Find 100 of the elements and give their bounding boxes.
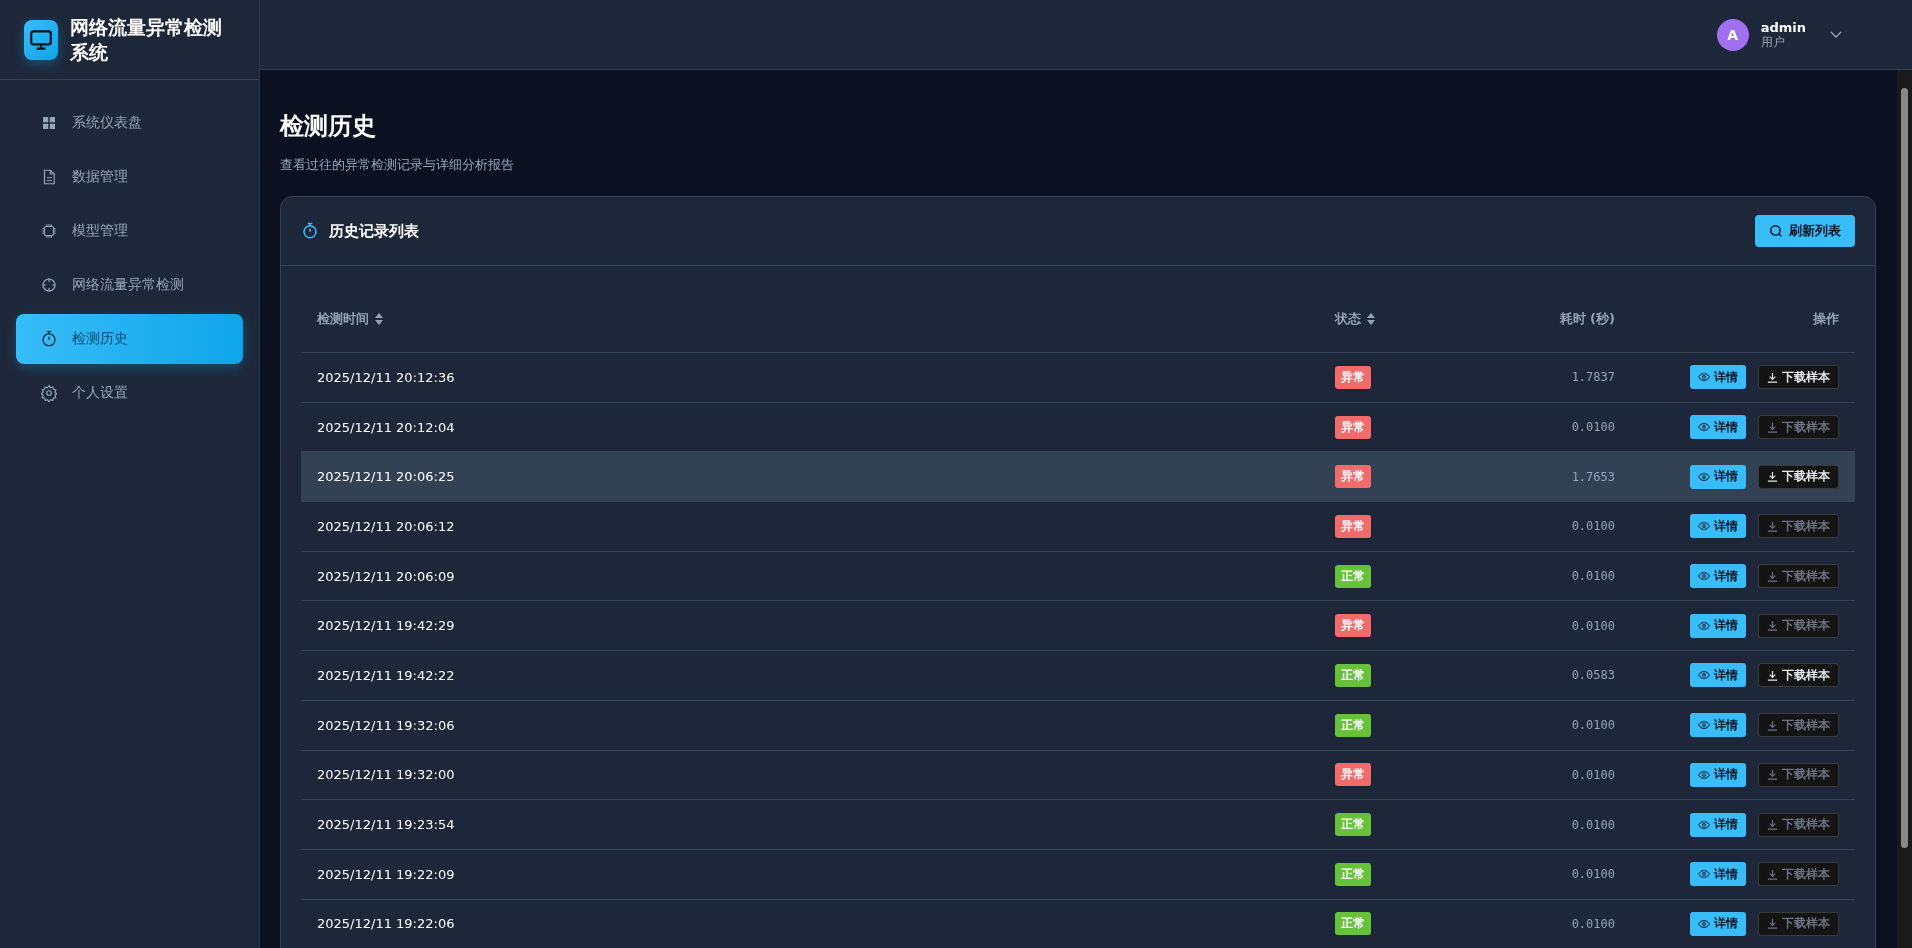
sort-icon[interactable] [375, 313, 383, 325]
download-icon [1767, 471, 1778, 483]
table-row[interactable]: 2025/12/11 19:22:06 正常 0.0100 详情 下载样本 [301, 899, 1855, 948]
details-button[interactable]: 详情 [1690, 564, 1746, 589]
duration-cell: 0.0100 [1571, 420, 1615, 435]
user-role: 用户 [1760, 34, 1786, 49]
download-icon [1767, 371, 1778, 383]
stopwatch-icon [301, 222, 319, 240]
download-icon [1767, 719, 1778, 731]
details-button[interactable]: 详情 [1690, 911, 1746, 936]
download-button[interactable]: 下载样本 [1758, 663, 1839, 688]
page-subtitle: 查看过往的异常检测记录与详细分析报告 [280, 156, 515, 174]
sort-icon[interactable] [1367, 313, 1375, 325]
app-title: 网络流量异常检测系统 [70, 14, 223, 65]
download-icon [1767, 620, 1778, 632]
status-badge: 正常 [1335, 862, 1371, 886]
column-header: 操作 [1812, 310, 1840, 328]
download-icon [1767, 669, 1778, 681]
details-button[interactable]: 详情 [1690, 713, 1746, 738]
details-button[interactable]: 详情 [1690, 663, 1746, 688]
details-button[interactable]: 详情 [1690, 365, 1746, 390]
status-badge: 异常 [1335, 763, 1371, 787]
details-button[interactable]: 详情 [1690, 415, 1746, 440]
status-badge: 异常 [1335, 514, 1371, 538]
status-badge: 异常 [1335, 614, 1371, 638]
time-cell: 2025/12/11 20:06:12 [317, 518, 455, 534]
refresh-button[interactable]: 刷新列表 [1755, 215, 1855, 247]
details-button[interactable]: 详情 [1690, 862, 1746, 887]
eye-icon [1698, 869, 1710, 880]
chip-icon [40, 222, 58, 240]
table-row[interactable]: 2025/12/11 19:23:54 正常 0.0100 详情 下载样本 [301, 800, 1855, 850]
sidebar-item[interactable]: 个人设置 [16, 368, 243, 418]
download-icon [1767, 918, 1778, 930]
grid-icon [40, 114, 58, 132]
duration-cell: 1.7653 [1571, 469, 1615, 484]
eye-icon [1698, 471, 1710, 482]
sidebar-item[interactable]: 检测历史 [16, 314, 243, 364]
details-button[interactable]: 详情 [1690, 464, 1746, 489]
table-row[interactable]: 2025/12/11 19:32:06 正常 0.0100 详情 下载样本 [301, 700, 1855, 751]
search-icon [1769, 224, 1783, 238]
status-badge: 异常 [1335, 465, 1371, 489]
duration-cell: 1.7837 [1571, 370, 1615, 385]
sidebar-item[interactable]: 模型管理 [16, 206, 243, 256]
download-button[interactable]: 下载样本 [1758, 464, 1839, 489]
sidebar-item[interactable]: 系统仪表盘 [16, 98, 243, 148]
eye-icon [1698, 819, 1710, 830]
duration-cell: 0.0100 [1571, 569, 1615, 584]
eye-icon [1698, 620, 1710, 631]
download-icon [1767, 819, 1778, 831]
time-cell: 2025/12/11 20:12:04 [317, 419, 455, 435]
table-row[interactable]: 2025/12/11 20:06:12 异常 0.0100 详情 下载样本 [301, 502, 1855, 552]
details-button[interactable]: 详情 [1690, 514, 1746, 539]
details-button[interactable]: 详情 [1690, 812, 1746, 837]
duration-cell: 0.0100 [1571, 618, 1615, 633]
chevron-down-icon[interactable] [1830, 30, 1842, 39]
duration-cell: 0.0100 [1571, 817, 1615, 832]
crosshair-icon [40, 276, 58, 294]
user-name: admin [1760, 20, 1806, 35]
time-cell: 2025/12/11 19:32:00 [317, 767, 455, 783]
download-icon [1767, 769, 1778, 781]
table-row[interactable]: 2025/12/11 20:06:25 异常 1.7653 详情 下载样本 [301, 452, 1855, 503]
table-row[interactable]: 2025/12/11 19:42:29 异常 0.0100 详情 下载样本 [301, 601, 1855, 652]
status-badge: 异常 [1335, 365, 1371, 389]
time-cell: 2025/12/11 20:06:25 [317, 469, 455, 485]
eye-icon [1698, 372, 1710, 383]
eye-icon [1698, 769, 1710, 780]
download-icon [1767, 868, 1778, 880]
download-button[interactable]: 下载样本 [1758, 365, 1839, 390]
time-cell: 2025/12/11 20:12:36 [317, 369, 455, 385]
download-icon [1767, 520, 1778, 532]
duration-cell: 0.0100 [1571, 767, 1615, 782]
time-cell: 2025/12/11 19:22:09 [317, 866, 455, 882]
scrollbar[interactable] [1897, 70, 1912, 948]
table-row[interactable]: 2025/12/11 19:22:09 正常 0.0100 详情 下载样本 [301, 849, 1855, 900]
duration-cell: 0.0100 [1571, 867, 1615, 882]
eye-icon [1698, 670, 1710, 681]
details-button[interactable]: 详情 [1690, 762, 1746, 787]
table-row[interactable]: 2025/12/11 19:32:00 异常 0.0100 详情 下载样本 [301, 750, 1855, 801]
settings-icon [40, 384, 58, 402]
time-cell: 2025/12/11 19:42:29 [317, 618, 455, 634]
card-title: 历史记录列表 [329, 221, 419, 241]
status-badge: 正常 [1335, 813, 1371, 837]
time-cell: 2025/12/11 19:42:22 [317, 667, 455, 683]
details-button[interactable]: 详情 [1690, 613, 1746, 638]
status-badge: 正常 [1335, 663, 1371, 687]
table-row[interactable]: 2025/12/11 20:12:36 异常 1.7837 详情 下载样本 [301, 353, 1855, 403]
status-badge: 正常 [1335, 564, 1371, 588]
table-row[interactable]: 2025/12/11 19:42:22 正常 0.0583 详情 下载样本 [301, 651, 1855, 701]
status-badge: 正常 [1335, 713, 1371, 737]
eye-icon [1698, 720, 1710, 731]
sidebar-item[interactable]: 网络流量异常检测 [16, 260, 243, 310]
table-row[interactable]: 2025/12/11 20:06:09 正常 0.0100 详情 下载样本 [301, 551, 1855, 602]
column-header[interactable]: 检测时间 [301, 310, 1335, 328]
column-header[interactable]: 状态 [1335, 310, 1455, 328]
duration-cell: 0.0100 [1571, 916, 1615, 931]
status-badge: 异常 [1335, 415, 1371, 439]
status-badge: 正常 [1335, 912, 1371, 936]
sidebar-item[interactable]: 数据管理 [16, 152, 243, 202]
duration-cell: 0.0100 [1571, 718, 1615, 733]
eye-icon [1698, 521, 1710, 532]
